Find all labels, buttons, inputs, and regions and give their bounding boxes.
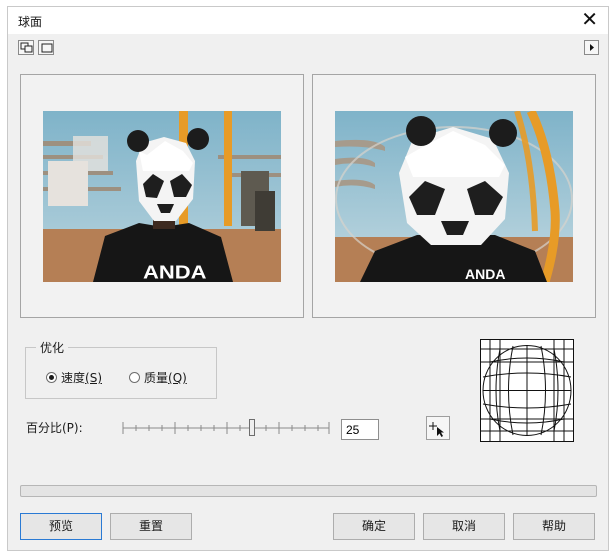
- quality-radio-indicator: [129, 372, 140, 383]
- percentage-input[interactable]: [341, 419, 379, 440]
- original-photo: ANDA: [43, 111, 281, 282]
- speed-radio[interactable]: 速度(S): [46, 369, 102, 386]
- reset-button[interactable]: 重置: [110, 513, 192, 540]
- slider-track: [122, 422, 330, 434]
- preview-button[interactable]: 预览: [20, 513, 102, 540]
- close-button[interactable]: ✕: [581, 8, 598, 30]
- optimize-group-label: 优化: [36, 339, 69, 356]
- quality-radio[interactable]: 质量(Q): [129, 369, 187, 386]
- sphere-grid-preview: [480, 339, 574, 442]
- speed-radio-indicator: [46, 372, 57, 383]
- pick-center-button[interactable]: [426, 416, 450, 440]
- quality-radio-label: 质量(Q): [144, 371, 187, 385]
- svg-text:ANDA: ANDA: [465, 266, 505, 282]
- two-panel-preview-icon: [20, 42, 33, 53]
- original-preview-pane[interactable]: ANDA: [20, 74, 304, 318]
- single-panel-preview-icon: [41, 43, 53, 53]
- dialog-title: 球面: [18, 15, 43, 29]
- ok-button[interactable]: 确定: [333, 513, 415, 540]
- play-right-icon: [590, 44, 594, 51]
- percentage-label: 百分比(P):: [26, 421, 83, 435]
- progress-bar: [20, 485, 597, 497]
- crosshair-pointer-icon: [429, 422, 444, 437]
- single-panel-preview-button[interactable]: [38, 40, 54, 55]
- speed-radio-label: 速度(S): [61, 371, 102, 385]
- help-button[interactable]: 帮助: [513, 513, 595, 540]
- sphere-dialog: 球面 ✕ ANDA ANDA 优化 速度(S) 质量(Q) 百分比(P): 25…: [7, 6, 609, 551]
- title-bar: 球面 ✕: [8, 7, 608, 34]
- percentage-slider[interactable]: [121, 417, 331, 437]
- result-preview-pane[interactable]: ANDA: [312, 74, 596, 318]
- svg-text:ANDA: ANDA: [143, 263, 207, 282]
- cancel-button[interactable]: 取消: [423, 513, 505, 540]
- slider-thumb[interactable]: [248, 419, 255, 436]
- expand-panel-button[interactable]: [584, 40, 599, 55]
- spherized-photo: ANDA: [335, 111, 573, 282]
- two-panel-preview-button[interactable]: [18, 40, 34, 55]
